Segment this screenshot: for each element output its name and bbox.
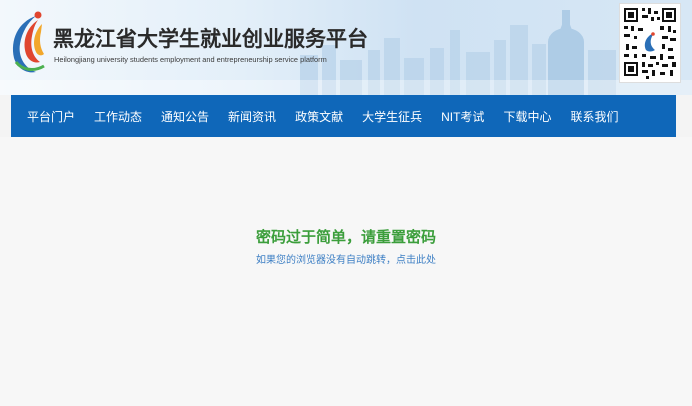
redirect-link[interactable]: 如果您的浏览器没有自动跳转，点击此处 (0, 251, 692, 266)
nav-item-portal[interactable]: 平台门户 (27, 108, 75, 125)
nav-item-work-news[interactable]: 工作动态 (94, 108, 142, 125)
nav-item-news[interactable]: 新闻资讯 (228, 108, 276, 125)
nav-item-contact[interactable]: 联系我们 (570, 108, 618, 125)
nav-item-nit-exam[interactable]: NIT考试 (441, 108, 484, 125)
nav-item-policies[interactable]: 政策文献 (295, 108, 343, 125)
site-subtitle: Heilongjiang university students employm… (54, 55, 327, 64)
main-navigation: 平台门户 工作动态 通知公告 新闻资讯 政策文献 大学生征兵 NIT考试 下载中… (11, 95, 676, 137)
nav-item-conscription[interactable]: 大学生征兵 (362, 108, 422, 125)
main-content (0, 137, 692, 406)
password-warning-message: 密码过于简单，请重置密码 (255, 229, 436, 246)
nav-item-notices[interactable]: 通知公告 (161, 108, 209, 125)
nav-item-downloads[interactable]: 下载中心 (503, 108, 551, 125)
site-title: 黑龙江省大学生就业创业服务平台 (53, 26, 368, 51)
site-header: 黑龙江省大学生就业创业服务平台 Heilongjiang university … (0, 0, 692, 95)
qr-code-icon[interactable] (619, 3, 681, 83)
platform-logo-icon (12, 11, 45, 73)
